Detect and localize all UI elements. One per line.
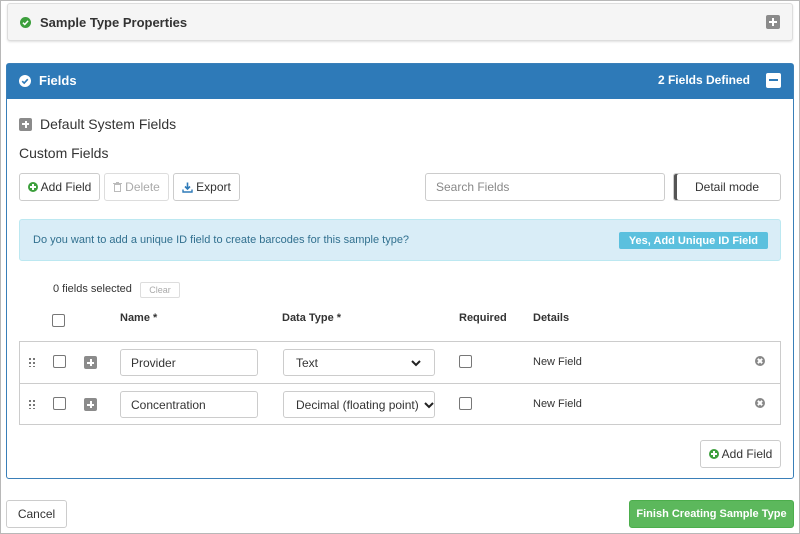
check-circle-icon [19, 75, 31, 87]
expand-row-icon[interactable] [84, 356, 97, 369]
fields-panel-header[interactable]: Fields 2 Fields Defined [7, 64, 793, 99]
delete-button[interactable]: Delete [104, 173, 169, 201]
fields-panel: Fields 2 Fields Defined Default System F… [6, 63, 794, 479]
detail-mode-toggle[interactable]: Detail mode [673, 173, 781, 201]
details-column-header: Details [533, 312, 570, 324]
finish-creating-sample-type-button[interactable]: Finish Creating Sample Type [629, 500, 794, 528]
clear-selection-button[interactable]: Clear [140, 282, 180, 298]
row-select-checkbox[interactable] [53, 355, 66, 368]
table-row: Text New Field [20, 342, 780, 383]
default-system-fields-toggle[interactable]: Default System Fields [19, 116, 176, 132]
plus-circle-icon [708, 449, 719, 459]
chevron-down-icon [424, 401, 434, 408]
fields-count: 2 Fields Defined [657, 73, 750, 87]
select-all-checkbox[interactable] [52, 314, 65, 327]
add-field-bottom-button[interactable]: Add Field [700, 440, 781, 468]
collapse-icon[interactable] [766, 73, 781, 88]
table-row: Decimal (floating point) New Field [20, 383, 780, 424]
expand-row-icon[interactable] [84, 398, 97, 411]
sample-type-properties-panel[interactable]: Sample Type Properties [7, 3, 793, 41]
name-column-header: Name * [120, 312, 158, 324]
required-column-header: Required [459, 312, 507, 324]
panel-title: Fields [39, 73, 77, 88]
required-checkbox[interactable] [459, 355, 472, 368]
alert-message: Do you want to add a unique ID field to … [33, 234, 410, 246]
row-select-checkbox[interactable] [53, 397, 66, 410]
cancel-button[interactable]: Cancel [6, 500, 67, 528]
download-icon [182, 182, 193, 193]
search-fields-input[interactable] [425, 173, 665, 201]
remove-field-icon[interactable] [755, 398, 765, 408]
default-system-fields-label: Default System Fields [40, 116, 177, 132]
unique-id-alert: Do you want to add a unique ID field to … [19, 219, 781, 261]
drag-handle-icon[interactable] [28, 357, 36, 367]
chevron-down-icon [411, 359, 421, 366]
export-button[interactable]: Export [173, 173, 240, 201]
custom-fields-label: Custom Fields [19, 145, 109, 161]
field-details: New Field [533, 356, 582, 368]
check-circle-icon [20, 17, 31, 28]
expand-icon[interactable] [766, 15, 780, 29]
selection-count: 0 fields selected [53, 283, 132, 295]
remove-field-icon[interactable] [755, 356, 765, 366]
trash-icon [113, 182, 123, 192]
plus-circle-icon [27, 182, 38, 192]
field-details: New Field [533, 398, 582, 410]
required-checkbox[interactable] [459, 397, 472, 410]
fields-table: Text New Field Decimal (floating point) … [19, 341, 781, 425]
add-field-button[interactable]: Add Field [19, 173, 100, 201]
data-type-select[interactable]: Decimal (floating point) [283, 391, 435, 418]
expand-icon[interactable] [19, 117, 32, 131]
field-name-input[interactable] [120, 391, 258, 418]
data-type-select[interactable]: Text [283, 349, 435, 376]
panel-title: Sample Type Properties [40, 15, 188, 30]
drag-handle-icon[interactable] [28, 399, 36, 409]
data-type-column-header: Data Type * [282, 312, 342, 324]
add-unique-id-button[interactable]: Yes, Add Unique ID Field [618, 232, 768, 249]
field-name-input[interactable] [120, 349, 258, 376]
